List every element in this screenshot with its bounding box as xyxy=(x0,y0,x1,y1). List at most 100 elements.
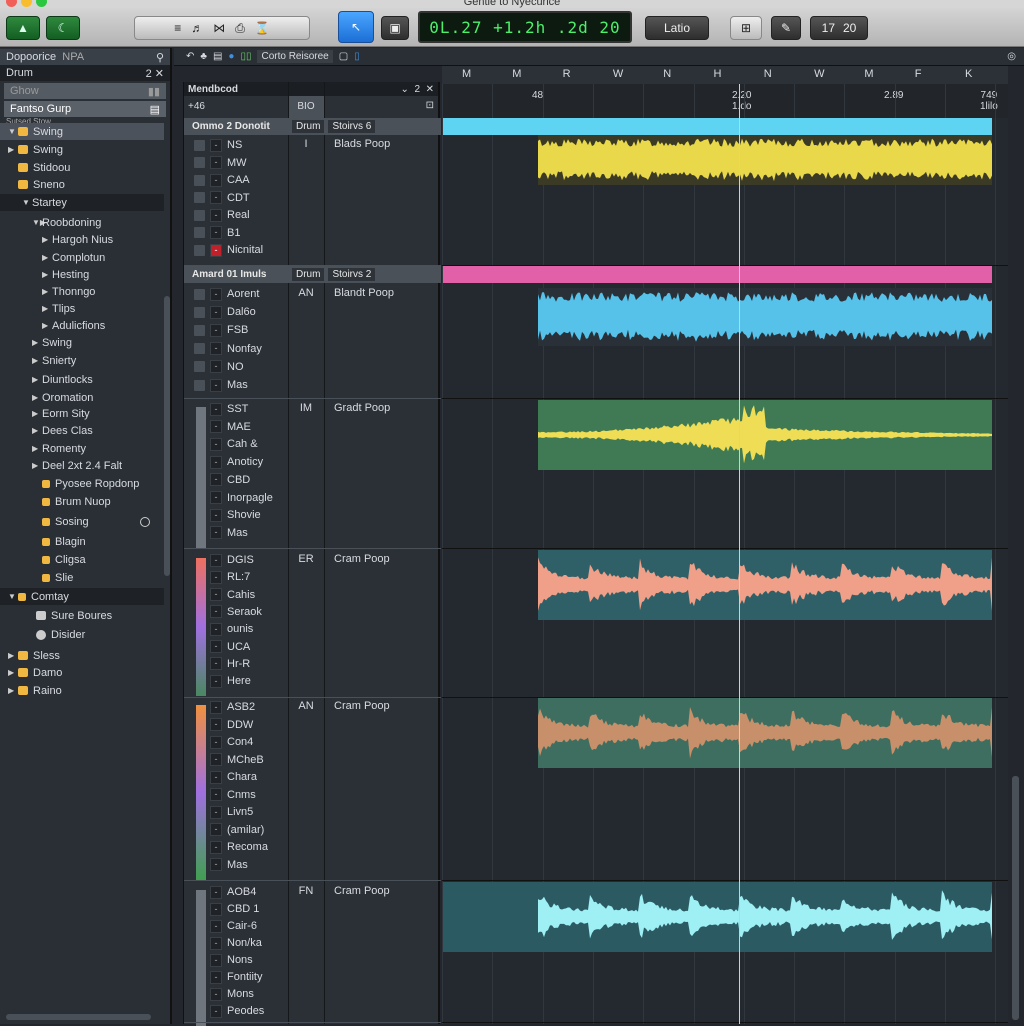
snap-icon[interactable]: ▯▯ xyxy=(240,51,251,62)
disclosure-icon[interactable]: ▶ xyxy=(32,375,42,384)
mute-button[interactable]: - xyxy=(210,788,222,801)
sidebar-item[interactable]: ▼▶ Roobdoning xyxy=(0,214,164,231)
sidebar-item[interactable]: ▶ Snierty xyxy=(0,352,164,369)
track-name[interactable]: Blandt Poop xyxy=(334,287,434,299)
mute-button[interactable]: - xyxy=(210,208,222,222)
audio-region[interactable] xyxy=(538,698,992,768)
sidebar-item[interactable]: Brum Nuop xyxy=(0,493,164,510)
sidebar-item[interactable]: ▶ Sless xyxy=(0,647,164,664)
settings-icon[interactable]: ◎ xyxy=(1007,51,1016,62)
sidebar-item[interactable]: ▶ Damo xyxy=(0,664,164,681)
disclosure-icon[interactable]: ▶ xyxy=(42,253,52,262)
mute-button[interactable]: - xyxy=(210,840,222,854)
param-icon[interactable] xyxy=(194,227,205,238)
filter-field[interactable]: Ghow ▮▮ xyxy=(4,83,166,99)
sidebar-item[interactable]: ▶ Raino xyxy=(0,682,164,699)
search-icon[interactable]: ⚲ xyxy=(156,51,164,64)
param-icon[interactable] xyxy=(194,324,205,336)
info-badge-icon[interactable] xyxy=(140,516,150,527)
disclosure-icon[interactable]: ▶ xyxy=(42,235,52,244)
list-icon[interactable]: ≡ xyxy=(174,21,181,35)
mute-button[interactable]: - xyxy=(210,605,222,619)
param-icon[interactable] xyxy=(194,244,205,256)
audio-region[interactable] xyxy=(538,135,992,185)
sidebar-item[interactable]: Sosing xyxy=(0,513,164,530)
metronome-button[interactable]: ⊞ xyxy=(730,16,762,40)
arrange-timeline[interactable]: MMRWNHNWMFK 482.201.do2.897491lilo xyxy=(442,66,1008,1024)
sidebar-item[interactable]: ▶ Thonngo xyxy=(0,283,164,300)
mute-button[interactable]: - xyxy=(210,553,222,567)
param-icon[interactable] xyxy=(194,139,205,151)
param-icon[interactable] xyxy=(194,157,205,168)
disclosure-icon[interactable]: ▶ xyxy=(32,409,42,418)
sidebar-item[interactable]: ▶ Complotun xyxy=(0,249,164,266)
mute-button[interactable]: - xyxy=(210,226,222,239)
mute-button[interactable]: - xyxy=(210,473,222,487)
browser-search[interactable]: Dopoorice NPA ⚲ xyxy=(0,49,170,65)
info-icon[interactable]: ● xyxy=(228,51,234,62)
audio-region[interactable] xyxy=(538,550,992,620)
mute-button[interactable]: - xyxy=(210,323,222,337)
mute-button[interactable]: - xyxy=(210,173,222,187)
disclosure-icon[interactable]: ▶ xyxy=(42,270,52,279)
sidebar-item[interactable]: ▶ Romenty xyxy=(0,440,164,457)
sidebar-item[interactable]: ▶ Dees Clas xyxy=(0,422,164,439)
sidebar-scrollbar[interactable] xyxy=(164,296,170,576)
lock-icon[interactable]: ⊡ xyxy=(426,100,434,111)
sidebar-item[interactable]: ▶ Hargoh Nius xyxy=(0,231,164,248)
param-icon[interactable] xyxy=(194,209,205,221)
sidebar-item[interactable]: ▼ Comtay xyxy=(0,588,164,605)
ruler-bar-numbers[interactable]: 482.201.do2.897491lilo xyxy=(442,84,1008,118)
sidebar-item[interactable]: ▶ Swing xyxy=(0,334,164,351)
mute-button[interactable]: - xyxy=(210,805,222,819)
sidebar-item[interactable]: Stidoou xyxy=(0,159,164,176)
mute-button[interactable]: - xyxy=(210,378,222,392)
undo-icon[interactable]: ↶ xyxy=(186,51,194,62)
disclosure-icon[interactable]: ▶ xyxy=(8,145,18,154)
sidebar-item[interactable]: ▼ Startey xyxy=(0,194,164,211)
mute-button[interactable]: - xyxy=(210,588,222,602)
mute-button[interactable]: - xyxy=(210,735,222,749)
mute-button[interactable]: - xyxy=(210,885,222,899)
sidebar-item[interactable]: ▶ Diuntlocks xyxy=(0,371,164,388)
disclosure-icon[interactable]: ▶ xyxy=(32,426,42,435)
save-button[interactable]: ▣ xyxy=(381,16,409,40)
sidebar-item[interactable]: Disider xyxy=(0,626,164,643)
mute-button[interactable]: - xyxy=(210,402,222,416)
disclosure-icon[interactable]: ▼▶ xyxy=(32,218,46,227)
audio-region[interactable] xyxy=(538,288,992,346)
mute-button[interactable]: - xyxy=(210,970,222,984)
mute-button[interactable]: - xyxy=(210,770,222,784)
sidebar-hscrollbar[interactable] xyxy=(6,1014,151,1020)
disclosure-icon[interactable]: ▶ xyxy=(42,321,52,330)
disclosure-icon[interactable]: ▼ xyxy=(8,592,18,601)
mute-button[interactable]: - xyxy=(210,491,222,504)
sidebar-item[interactable]: ▶ Hesting xyxy=(0,266,164,283)
clipboard-icon[interactable]: ▤ xyxy=(213,51,222,62)
disclosure-icon[interactable]: ▶ xyxy=(8,668,18,677)
close-icon[interactable]: ✕ xyxy=(155,68,164,80)
track-name[interactable]: Gradt Poop xyxy=(334,402,434,414)
mute-button[interactable]: - xyxy=(210,360,222,374)
mode-button[interactable]: Latio xyxy=(645,16,709,40)
sidebar-item[interactable]: ▶ Eorm Sity xyxy=(0,405,164,422)
tool-icon[interactable]: ▢ xyxy=(339,51,348,62)
disclosure-icon[interactable]: ▶ xyxy=(42,304,52,313)
mute-button[interactable]: - xyxy=(210,622,222,636)
disclosure-icon[interactable]: ▶ xyxy=(8,651,18,660)
mute-button[interactable]: - xyxy=(210,858,222,871)
minimize-window-button[interactable] xyxy=(21,0,32,7)
disclosure-icon[interactable]: ▶ xyxy=(32,461,42,470)
loop-button[interactable]: ☾ xyxy=(46,16,80,40)
sidebar-item[interactable]: Pyosee Ropdonp xyxy=(0,475,164,492)
disclosure-icon[interactable]: ▶ xyxy=(32,338,42,347)
mute-button[interactable]: - xyxy=(210,305,222,319)
sidebar-item[interactable]: ▶ Tlips xyxy=(0,300,164,317)
timer-icon[interactable]: ⌛ xyxy=(255,21,270,35)
param-icon[interactable] xyxy=(194,174,205,186)
mute-button[interactable]: - xyxy=(210,919,222,933)
track-name[interactable]: Cram Poop xyxy=(334,553,434,565)
ruler-bar-letters[interactable]: MMRWNHNWMFK xyxy=(442,66,1008,84)
mute-button[interactable]: - xyxy=(210,342,222,356)
sidebar-item[interactable]: ▶ Deel 2xt 2.4 Falt xyxy=(0,457,164,474)
